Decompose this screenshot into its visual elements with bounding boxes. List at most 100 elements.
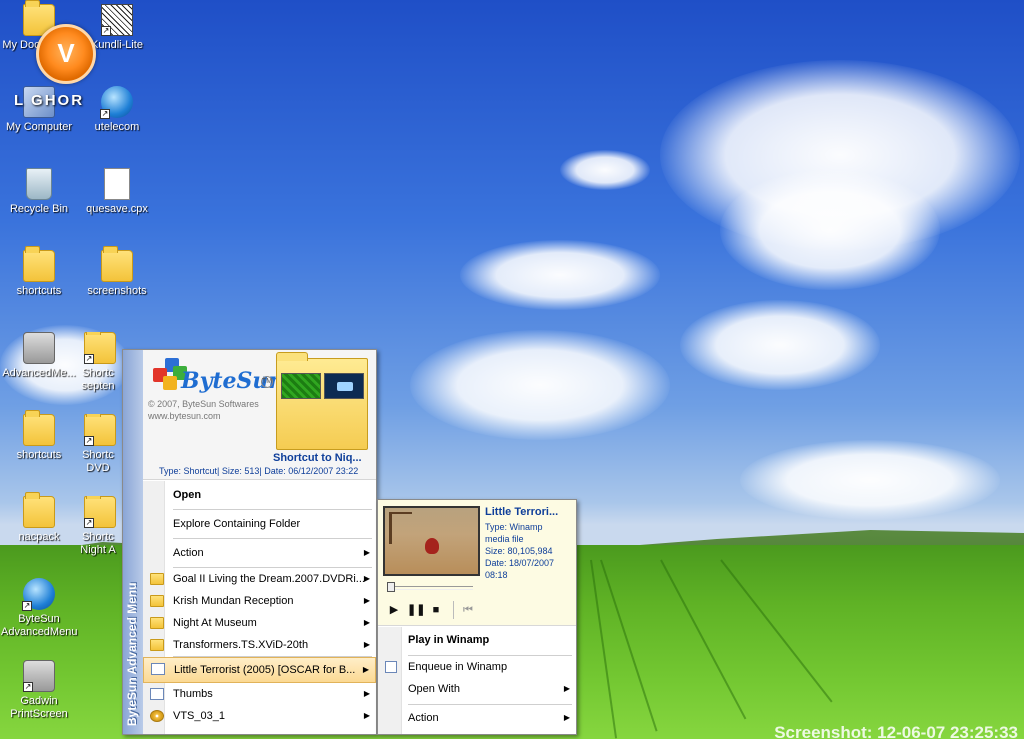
submenu-item-action[interactable]: Action ▶ (378, 705, 576, 733)
network-globe-icon: ↗ (100, 86, 133, 119)
menu-item-label: VTS_03_1 (173, 710, 225, 722)
desktop-icon-utelecom[interactable]: ↗ utelecom (78, 86, 156, 133)
menu-item-label: Play in Winamp (408, 634, 490, 646)
submenu-item-open-with[interactable]: Open With ▶ (378, 678, 576, 700)
menu-item-open[interactable]: Open (143, 481, 376, 509)
preview-thumbnail (324, 373, 364, 399)
stop-icon[interactable]: ■ (429, 603, 443, 617)
screenshot-timestamp: Screenshot: 12-06-07 23:25:33 (774, 723, 1018, 739)
desktop-icon-shortcuts-2[interactable]: shortcuts (0, 410, 78, 461)
menu-item-action[interactable]: Action ▶ (143, 539, 376, 567)
website-line: www.bytesun.com (148, 411, 221, 421)
desktop-icon-recycle-bin[interactable]: Recycle Bin (0, 168, 78, 215)
desktop-icon-label: ByteSun AdvancedMenu (1, 613, 78, 638)
installer-icon (23, 332, 55, 364)
preview-thumbnail (281, 373, 321, 399)
menu-side-title: ByteSun Advanced Menu (125, 582, 139, 726)
desktop-icon-shortcut-night[interactable]: ↗ Shortc Night A (78, 496, 122, 557)
submenu-item-enqueue-winamp[interactable]: Enqueue in Winamp (378, 656, 576, 678)
desktop-icon-label: shortcuts (16, 285, 62, 297)
desktop-icon-label: My Computer (5, 121, 73, 133)
desktop-icon-shortcuts[interactable]: shortcuts (0, 246, 78, 297)
submenu-arrow-icon: ▶ (363, 618, 370, 627)
desktop-icon-shortcut-dvd[interactable]: ↗ Shortc DVD (78, 414, 122, 475)
seek-bar[interactable] (387, 586, 473, 590)
camera-icon: ↗ (23, 660, 55, 692)
file-submenu: Little Terrori... Type: Winamp media fil… (377, 499, 577, 735)
play-icon[interactable]: ▶ (387, 603, 401, 617)
menu-items: Open Explore Containing Folder Action ▶ G… (143, 481, 376, 727)
menu-header: ByteSun TM © 2007, ByteSun Softwares www… (143, 350, 376, 480)
desktop-icon-label: AdvancedMe... (2, 367, 76, 379)
cloud (410, 330, 670, 440)
desktop-icon-bytesun-advancedmenu[interactable]: ↗ ByteSun AdvancedMenu (0, 578, 78, 639)
menu-item-folder[interactable]: Goal II Living the Dream.2007.DVDRi... ▶ (143, 568, 376, 590)
menu-item-label: Night At Museum (173, 617, 257, 629)
pause-icon[interactable]: ❚❚ (407, 603, 425, 617)
folder-icon (23, 492, 55, 528)
desktop-icon-shortcut-september[interactable]: ↗ Shortc septen (78, 332, 122, 393)
meta-line: Size: 80,105,984 (485, 546, 553, 556)
menu-item-label: Thumbs (173, 688, 213, 700)
folder-icon (101, 246, 133, 282)
document-icon (104, 168, 130, 200)
desktop-icon-advancedmenu-file[interactable]: AdvancedMe... (0, 332, 78, 379)
desktop-icon-nacpack[interactable]: nacpack (0, 492, 78, 543)
shortcut-arrow-icon: ↗ (22, 601, 32, 611)
submenu-arrow-icon: ▶ (363, 574, 370, 583)
cloud (460, 240, 660, 310)
desktop-icon-label: Recycle Bin (9, 203, 69, 215)
previous-track-icon[interactable]: ⏮ (461, 603, 475, 617)
desktop-icon-label: quesave.cpx (86, 203, 148, 215)
meta-line: media file (485, 534, 524, 544)
desktop-icon-quesave[interactable]: quesave.cpx (78, 168, 156, 215)
menu-item-explore-folder[interactable]: Explore Containing Folder (143, 510, 376, 538)
folder-icon: ↗ (84, 332, 116, 364)
menu-item-file[interactable]: Thumbs ▶ (143, 683, 376, 705)
menu-item-folder[interactable]: Night At Museum ▶ (143, 612, 376, 634)
bytesun-globe-icon: ↗ (22, 578, 55, 611)
cloud (740, 440, 1000, 520)
menu-item-file-selected[interactable]: Little Terrorist (2005) [OSCAR for B... ▶ (143, 657, 376, 683)
submenu-arrow-icon: ▶ (363, 548, 370, 557)
meta-line: Type: Winamp (485, 522, 543, 532)
winamp-file-icon (385, 661, 397, 673)
menu-side-banner: ByteSun Advanced Menu (123, 350, 143, 734)
submenu-item-play-winamp[interactable]: Play in Winamp (378, 627, 576, 655)
folder-icon (23, 246, 55, 282)
desktop-icon-label: Shortc DVD (82, 449, 114, 474)
menu-item-label: Goal II Living the Dream.2007.DVDRi... (173, 573, 365, 585)
desktop-icon-label: utelecom (94, 121, 140, 133)
header-file-info: Type: Shortcut| Size: 513| Date: 06/12/2… (159, 466, 359, 476)
copyright: © 2007, ByteSun Softwares www.bytesun.co… (148, 398, 259, 422)
menu-item-label: Krish Mundan Reception (173, 595, 294, 607)
trademark: TM (261, 376, 273, 388)
desktop-icon-screenshots[interactable]: screenshots (78, 246, 156, 297)
menu-item-folder[interactable]: Krish Mundan Reception ▶ (143, 590, 376, 612)
copyright-line: © 2007, ByteSun Softwares (148, 399, 259, 409)
menu-item-folder[interactable]: Transformers.TS.XViD-20th ▶ (143, 634, 376, 656)
kundli-icon: ↗ (101, 4, 133, 36)
header-file-title: Shortcut to Niq... (273, 452, 362, 464)
menu-item-label: Open With (408, 683, 460, 695)
cloud (720, 170, 940, 290)
submenu-arrow-icon: ▶ (362, 665, 369, 674)
overlay-word: L GHOR (14, 92, 85, 109)
menu-item-file[interactable]: VTS_03_1 ▶ (143, 705, 376, 727)
desktop-icon-label: Shortc Night A (80, 531, 116, 556)
image-file-icon (150, 688, 164, 700)
menu-item-label: Little Terrorist (2005) [OSCAR for B... (174, 664, 356, 676)
desktop-icon-label: screenshots (87, 285, 147, 297)
bytesun-context-menu: ByteSun Advanced Menu ByteSun TM © 2007,… (122, 349, 377, 735)
desktop-icon-gadwin-printscreen[interactable]: ↗ Gadwin PrintScreen (0, 660, 78, 721)
desktop-icon-label: Gadwin PrintScreen (10, 695, 68, 720)
seek-handle[interactable] (387, 582, 395, 592)
video-title: Little Terrori... (485, 506, 559, 518)
submenu-arrow-icon: ▶ (563, 713, 570, 722)
folder-icon (23, 410, 55, 446)
shortcut-arrow-icon: ↗ (101, 26, 111, 36)
video-meta: Type: Winamp media file Size: 80,105,984… (485, 521, 554, 581)
folder-icon: ↗ (84, 496, 116, 528)
meta-line: 08:18 (485, 570, 508, 580)
shortcut-arrow-icon: ↗ (23, 682, 33, 692)
